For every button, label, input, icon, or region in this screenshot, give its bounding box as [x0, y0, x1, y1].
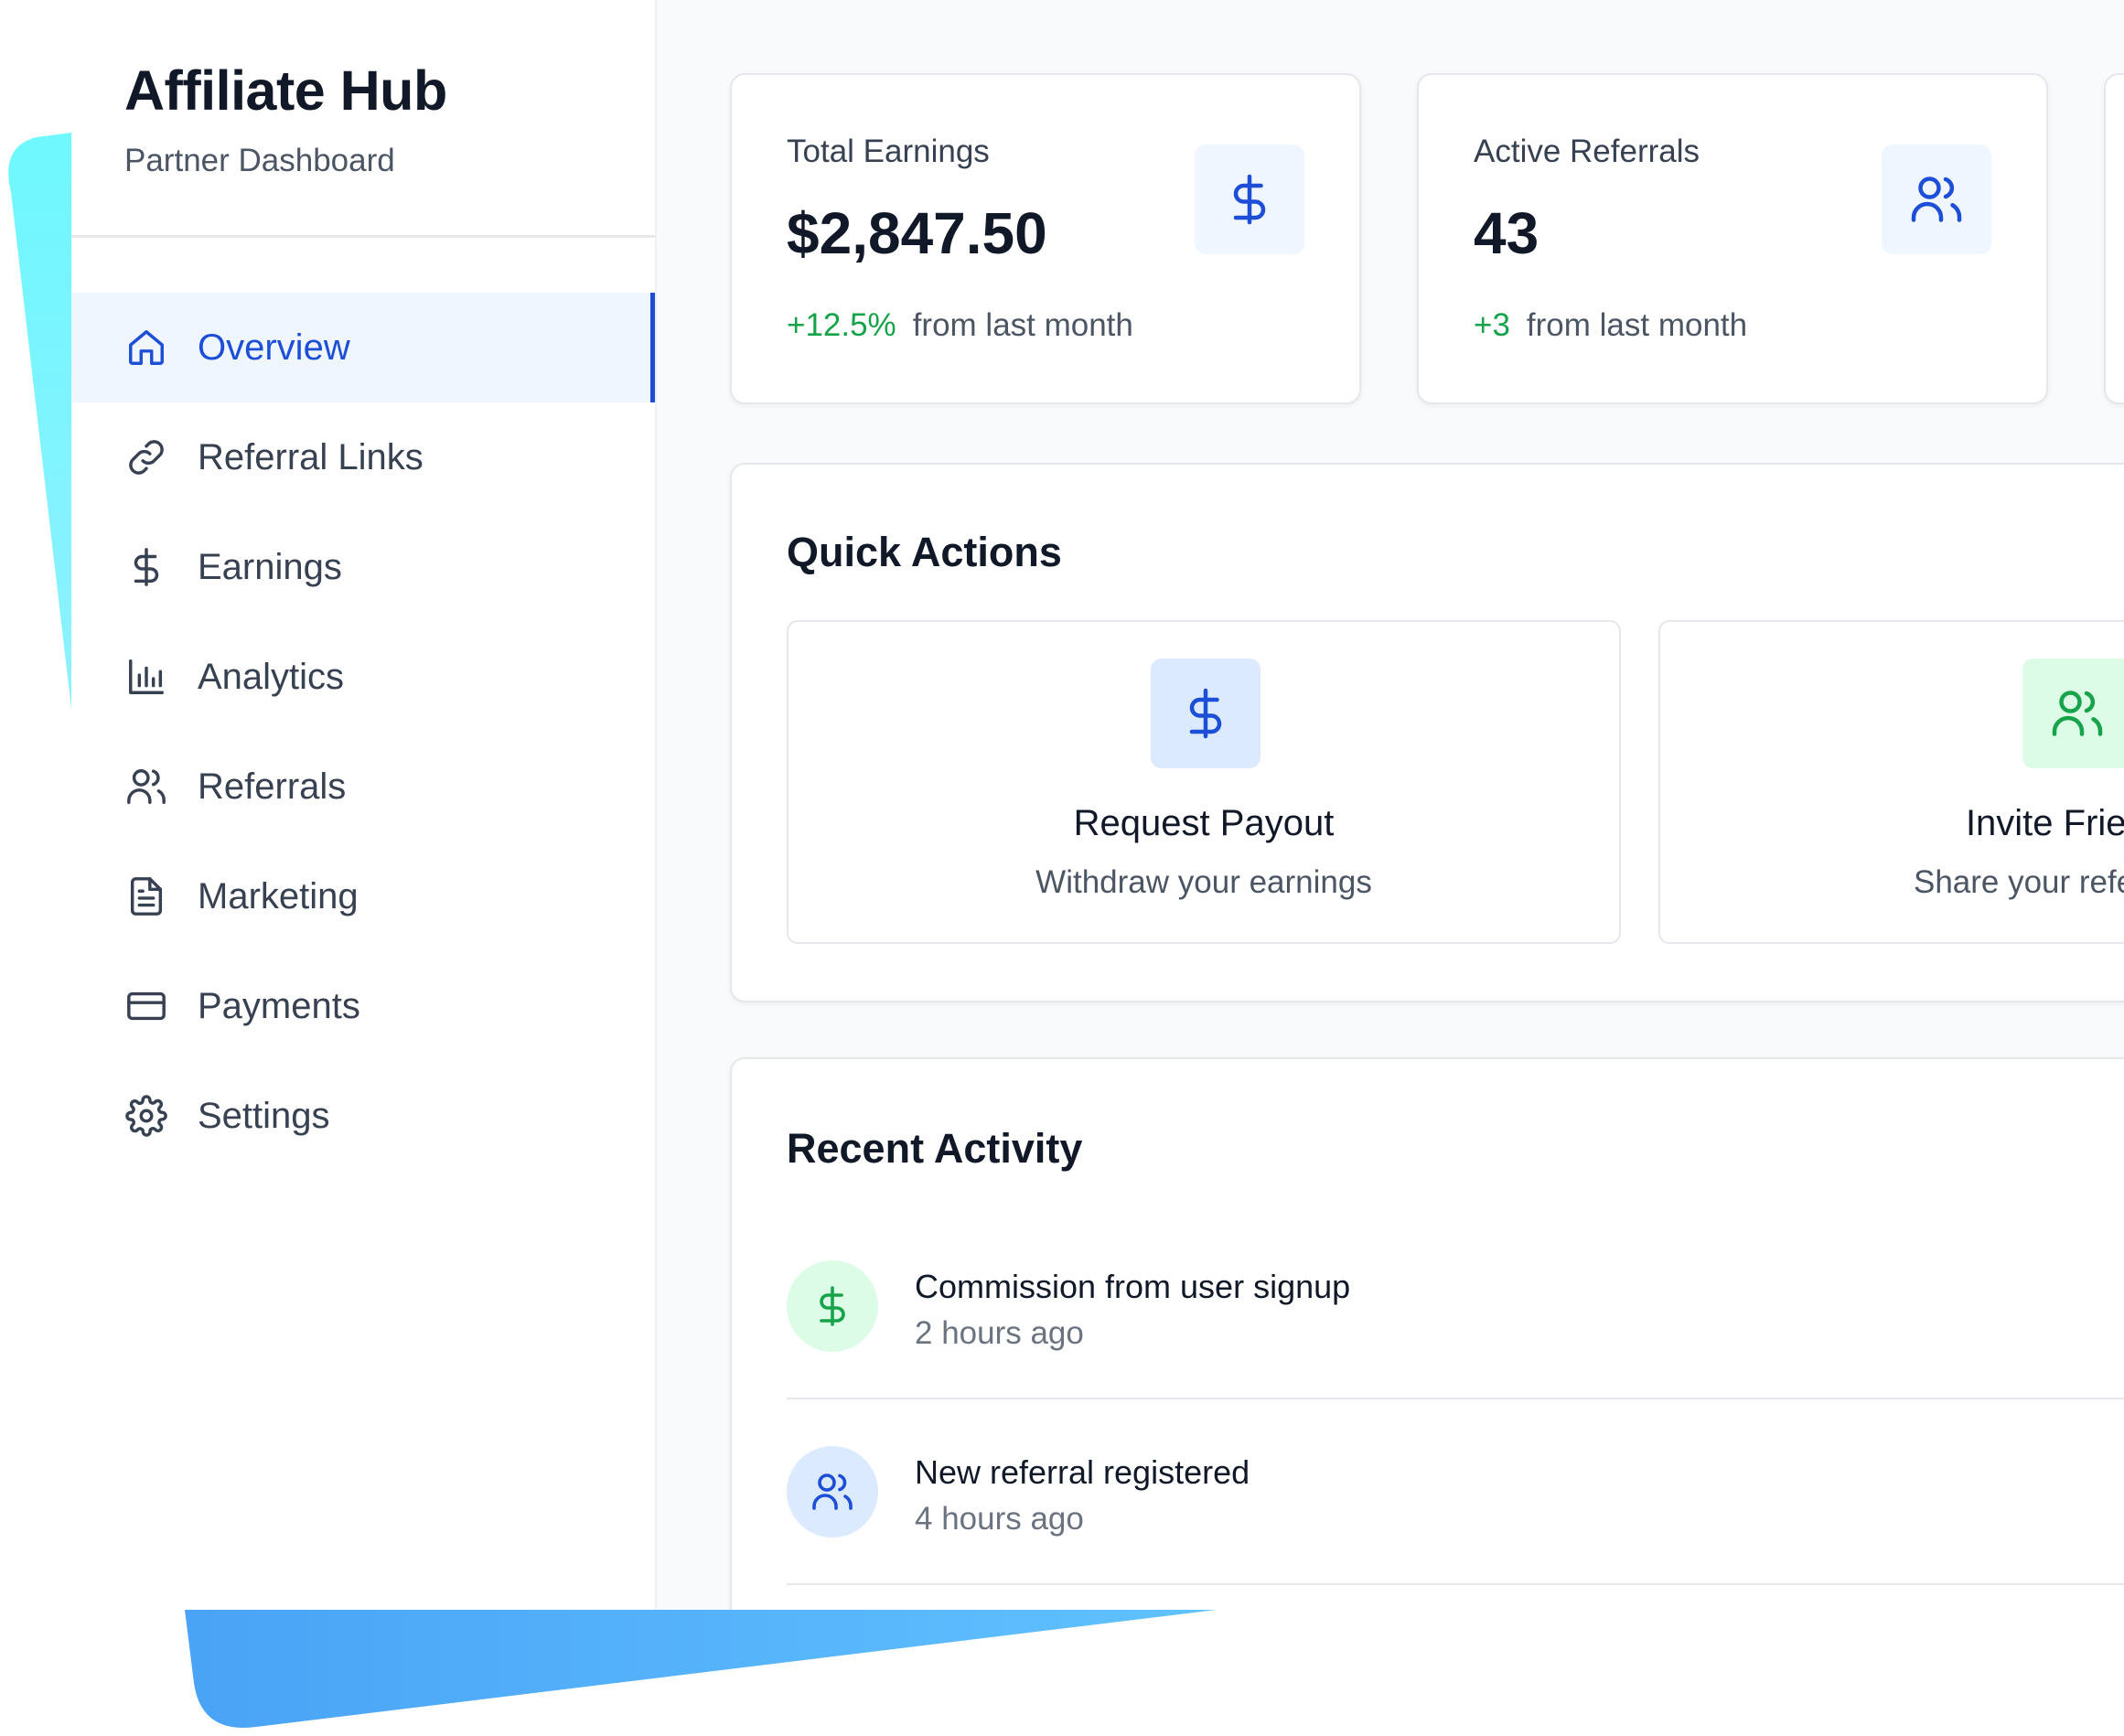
users-icon	[787, 1446, 878, 1538]
stat-change-value: +12.5%	[787, 307, 896, 343]
sidebar-item-referrals[interactable]: Referrals	[71, 732, 655, 841]
quick-actions-panel: Quick Actions Request Payout Withdraw yo…	[730, 463, 2124, 1002]
users-icon	[124, 765, 168, 809]
stat-label: Active Referrals	[1474, 134, 1700, 169]
users-icon	[2022, 659, 2124, 768]
stat-label: Total Earnings	[787, 134, 990, 169]
sidebar-item-label: Payments	[198, 985, 360, 1026]
bar-chart-icon	[124, 655, 168, 699]
sidebar-item-label: Earnings	[198, 546, 342, 587]
dollar-icon	[1151, 659, 1260, 768]
brand-subtitle: Partner Dashboard	[124, 143, 395, 178]
request-payout-button[interactable]: Request Payout Withdraw your earnings	[787, 620, 1621, 944]
stat-change-value: +3	[1474, 307, 1510, 343]
sidebar-item-label: Marketing	[198, 875, 359, 916]
invite-friends-button[interactable]: Invite Friends Share your referral link	[1658, 620, 2124, 944]
sidebar: Affiliate Hub Partner Dashboard Overview…	[71, 0, 657, 1610]
stat-value: 43	[1474, 200, 1539, 266]
credit-card-icon	[124, 984, 168, 1028]
stat-card-partial	[2104, 73, 2124, 404]
recent-activity-title: Recent Activity	[787, 1125, 1083, 1172]
sidebar-item-payments[interactable]: Payments	[71, 951, 655, 1061]
action-subtitle: Share your referral link	[1913, 864, 2124, 900]
sidebar-item-label: Overview	[198, 327, 350, 368]
app-root: Affiliate Hub Partner Dashboard Overview…	[0, 0, 2124, 1736]
sidebar-item-label: Analytics	[198, 656, 345, 697]
action-title: Request Payout	[1073, 803, 1335, 843]
sidebar-item-label: Settings	[198, 1095, 330, 1136]
activity-title: New referral registered	[915, 1453, 1250, 1491]
list-item: New referral registered 4 hours ago	[787, 1400, 2124, 1585]
decorative-cyan-shape	[8, 133, 72, 709]
dollar-icon	[124, 545, 168, 589]
sidebar-item-label: Referrals	[198, 766, 347, 807]
sidebar-item-overview[interactable]: Overview	[71, 293, 655, 402]
stat-change: +3 from last month	[1474, 307, 1747, 344]
sidebar-item-earnings[interactable]: Earnings	[71, 512, 655, 622]
users-icon	[1882, 145, 1991, 254]
gear-icon	[124, 1094, 168, 1138]
sidebar-item-settings[interactable]: Settings	[71, 1061, 655, 1171]
stat-change-suffix: from last month	[912, 307, 1133, 343]
stat-card-active-referrals: Active Referrals 43 +3 from last month	[1417, 73, 2048, 404]
activity-time: 2 hours ago	[915, 1315, 1084, 1351]
stat-card-total-earnings: Total Earnings $2,847.50 +12.5% from last…	[730, 73, 1361, 404]
quick-actions-title: Quick Actions	[787, 529, 1062, 575]
sidebar-nav: Overview Referral Links Earnings Analyti…	[71, 293, 655, 1171]
link-icon	[124, 435, 168, 479]
stat-change-suffix: from last month	[1526, 307, 1748, 343]
action-title: Invite Friends	[1965, 803, 2124, 843]
dollar-icon	[787, 1260, 878, 1352]
document-icon	[124, 874, 168, 918]
list-item: Commission from user signup 2 hours ago	[787, 1215, 2124, 1399]
activity-title: Commission from user signup	[915, 1268, 1351, 1305]
activity-time: 4 hours ago	[915, 1501, 1084, 1537]
sidebar-item-analytics[interactable]: Analytics	[71, 622, 655, 732]
page-bottom-area	[0, 1610, 2124, 1736]
sidebar-item-label: Referral Links	[198, 436, 424, 477]
main-content: Total Earnings $2,847.50 +12.5% from last…	[657, 0, 2124, 1736]
brand: Affiliate Hub Partner Dashboard	[71, 0, 655, 238]
brand-title: Affiliate Hub	[124, 59, 447, 122]
action-subtitle: Withdraw your earnings	[1035, 864, 1372, 900]
dollar-icon	[1195, 145, 1304, 254]
sidebar-item-marketing[interactable]: Marketing	[71, 841, 655, 951]
stat-change: +12.5% from last month	[787, 307, 1133, 344]
stat-value: $2,847.50	[787, 200, 1047, 266]
sidebar-item-referral-links[interactable]: Referral Links	[71, 402, 655, 512]
home-icon	[124, 326, 168, 370]
